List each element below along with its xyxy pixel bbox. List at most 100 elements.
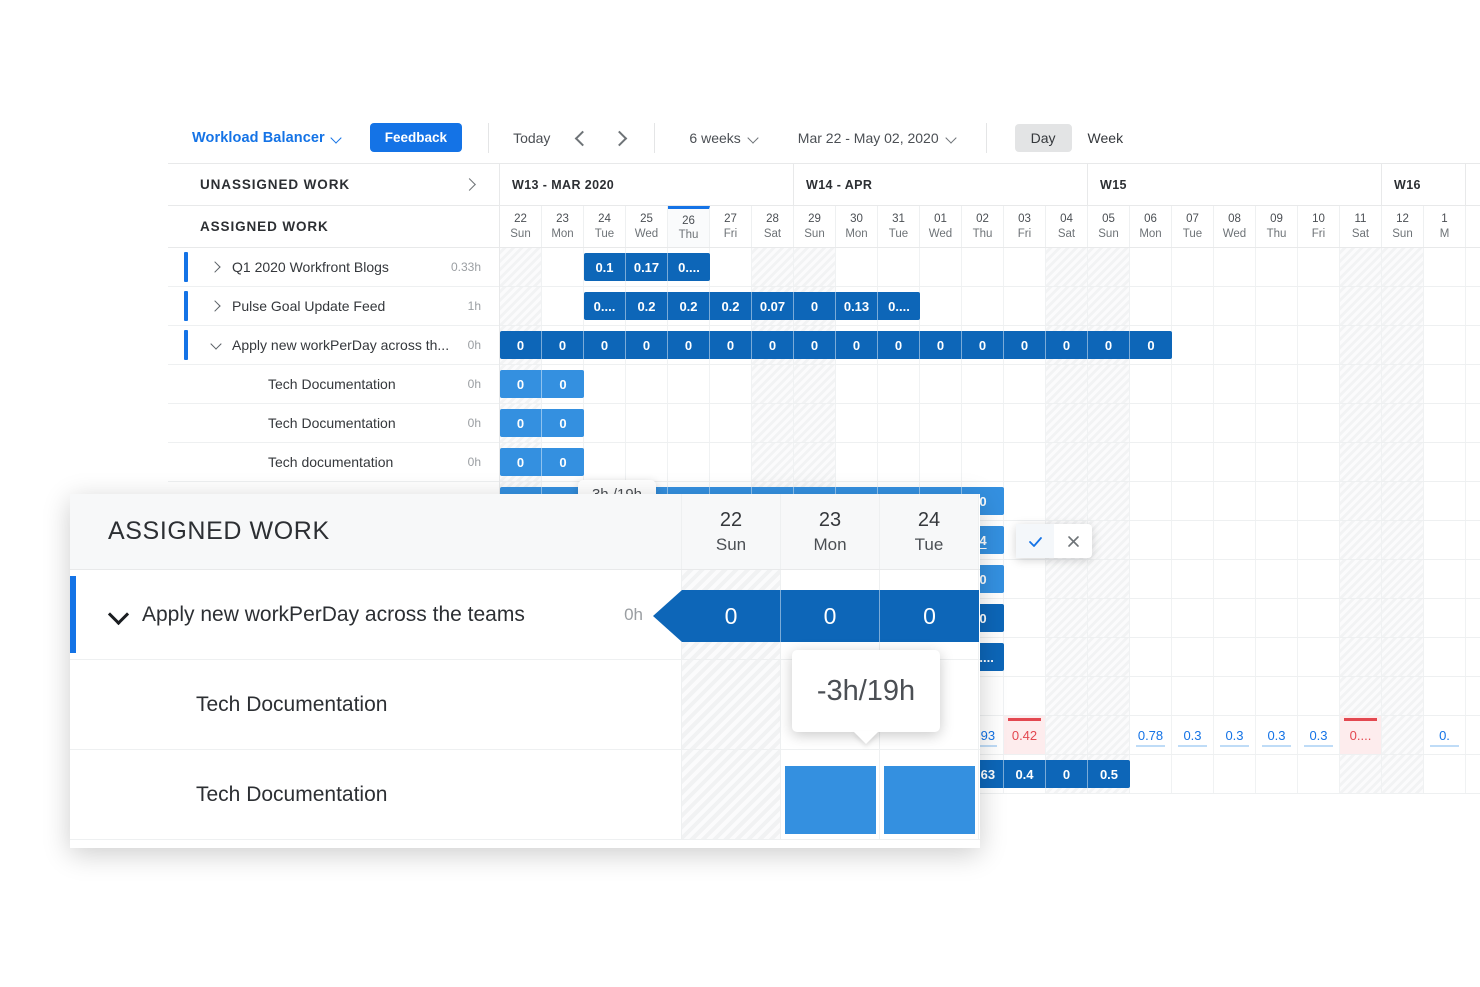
timeline-cell[interactable]: [1214, 560, 1256, 598]
timeline-cell[interactable]: [1214, 443, 1256, 481]
allocation-cell[interactable]: 0....: [878, 292, 920, 320]
timeline-cell[interactable]: [962, 248, 1004, 286]
detail-allocation-block[interactable]: [785, 766, 876, 834]
timeline-cell[interactable]: [1130, 677, 1172, 715]
timeline-cell[interactable]: [1046, 599, 1088, 637]
timeline-cell[interactable]: [1382, 287, 1424, 325]
allocation-cell[interactable]: 0: [668, 331, 710, 359]
allocation-cell[interactable]: 0: [1088, 331, 1130, 359]
day-header-cell[interactable]: 07Tue: [1172, 206, 1214, 247]
timeline-cell[interactable]: [1340, 287, 1382, 325]
timeline-cell[interactable]: [1088, 404, 1130, 442]
timeline-cell[interactable]: [1088, 248, 1130, 286]
summary-allocation-cell[interactable]: 0.4: [1004, 760, 1046, 788]
section-assigned-work[interactable]: ASSIGNED WORK: [168, 206, 499, 248]
timeline-cell[interactable]: [1172, 404, 1214, 442]
timeline-cell[interactable]: [920, 365, 962, 403]
timeline-cell[interactable]: [1004, 677, 1046, 715]
timeline-cell[interactable]: [668, 365, 710, 403]
utilization-cell[interactable]: 0.3: [1256, 716, 1298, 754]
timeline-cell[interactable]: [1382, 482, 1424, 520]
timeline-cell[interactable]: [1298, 482, 1340, 520]
timeline-cell[interactable]: [1298, 404, 1340, 442]
timeline-cell[interactable]: [1424, 521, 1466, 559]
day-header-cell[interactable]: 24Tue: [584, 206, 626, 247]
detail-allocation-cell[interactable]: 0: [682, 590, 781, 642]
timeline-cell[interactable]: [1340, 404, 1382, 442]
timeline-cell[interactable]: [1088, 560, 1130, 598]
timeline-cell[interactable]: [836, 248, 878, 286]
timeline-cell[interactable]: [626, 443, 668, 481]
timeline-cell[interactable]: [794, 365, 836, 403]
timeline-cell[interactable]: [1130, 365, 1172, 403]
utilization-cell[interactable]: 0.3: [1214, 716, 1256, 754]
timeline-cell[interactable]: [1130, 404, 1172, 442]
timeline-cell[interactable]: [1424, 443, 1466, 481]
summary-allocation-cell[interactable]: 0.5: [1088, 760, 1130, 788]
timeline-cell[interactable]: [1340, 521, 1382, 559]
timeline-cell[interactable]: [1256, 365, 1298, 403]
chevron-right-icon[interactable]: [612, 129, 630, 147]
timeline-cell[interactable]: [1382, 677, 1424, 715]
allocation-cell[interactable]: 0: [584, 331, 626, 359]
allocation-cell[interactable]: 0: [500, 370, 542, 398]
timeline-cell[interactable]: [836, 443, 878, 481]
timeline-cell[interactable]: [1256, 521, 1298, 559]
timeline-cell[interactable]: [1340, 755, 1382, 793]
allocation-cell[interactable]: 0: [710, 331, 752, 359]
view-mode-week[interactable]: Week: [1072, 124, 1140, 152]
timeline-cell[interactable]: [1046, 404, 1088, 442]
timeline-cell[interactable]: [1298, 560, 1340, 598]
allocation-bar[interactable]: 0.10.170....: [584, 253, 710, 281]
timeline-cell[interactable]: [1214, 404, 1256, 442]
allocation-cell[interactable]: 0: [1046, 331, 1088, 359]
utilization-over-cell[interactable]: 0....: [1340, 716, 1382, 754]
timeline-cell[interactable]: [1004, 248, 1046, 286]
allocation-bar[interactable]: 00: [500, 448, 584, 476]
timeline-cell[interactable]: [794, 404, 836, 442]
timeline-cell[interactable]: [878, 248, 920, 286]
timeline-cell[interactable]: [1298, 677, 1340, 715]
detail-allocation-cell[interactable]: 0: [781, 590, 880, 642]
timeline-cell[interactable]: [1424, 560, 1466, 598]
timeline-cell[interactable]: [1130, 599, 1172, 637]
timeline-cell[interactable]: [962, 443, 1004, 481]
timeline-cell[interactable]: [1340, 365, 1382, 403]
allocation-bar[interactable]: 0....0.20.20.20.0700.130....: [584, 292, 920, 320]
timeline-cell[interactable]: [1382, 560, 1424, 598]
allocation-cell[interactable]: 0.2: [710, 292, 752, 320]
timeline-cell[interactable]: [920, 404, 962, 442]
day-header-cell[interactable]: 29Sun: [794, 206, 836, 247]
task-row[interactable]: Apply new workPerDay across th...0h: [168, 326, 499, 365]
timeline-cell[interactable]: [1340, 248, 1382, 286]
day-header-cell[interactable]: 08Wed: [1214, 206, 1256, 247]
chevron-right-icon[interactable]: [210, 300, 222, 312]
day-header-cell[interactable]: 01Wed: [920, 206, 962, 247]
utilization-over-cell[interactable]: 0.42: [1004, 716, 1046, 754]
task-row[interactable]: Tech Documentation0h: [168, 365, 499, 404]
allocation-cell[interactable]: 0: [836, 331, 878, 359]
allocation-cell[interactable]: 0.13: [836, 292, 878, 320]
timeline-cell[interactable]: [878, 365, 920, 403]
timeline-cell[interactable]: [1424, 365, 1466, 403]
timeline-cell[interactable]: [1172, 443, 1214, 481]
timeline-cell[interactable]: [1130, 248, 1172, 286]
timeline-cell[interactable]: [836, 404, 878, 442]
timeline-cell[interactable]: [1340, 677, 1382, 715]
utilization-cell[interactable]: [1088, 716, 1130, 754]
timeline-cell[interactable]: [1088, 365, 1130, 403]
timeline-cell[interactable]: [878, 443, 920, 481]
timeline-cell[interactable]: [1382, 443, 1424, 481]
allocation-cell[interactable]: 0: [1130, 331, 1172, 359]
timeline-cell[interactable]: [1004, 482, 1046, 520]
timeline-cell[interactable]: [836, 365, 878, 403]
timeline-cell[interactable]: [1004, 443, 1046, 481]
timeline-cell[interactable]: [1130, 443, 1172, 481]
timeline-cell[interactable]: [1046, 482, 1088, 520]
timeline-cell[interactable]: [1382, 638, 1424, 676]
timeline-cell[interactable]: [1424, 677, 1466, 715]
day-header-cell[interactable]: 04Sat: [1046, 206, 1088, 247]
timeline-cell[interactable]: [710, 248, 752, 286]
day-header-cell[interactable]: 27Fri: [710, 206, 752, 247]
timeline-cell[interactable]: [1298, 326, 1340, 364]
